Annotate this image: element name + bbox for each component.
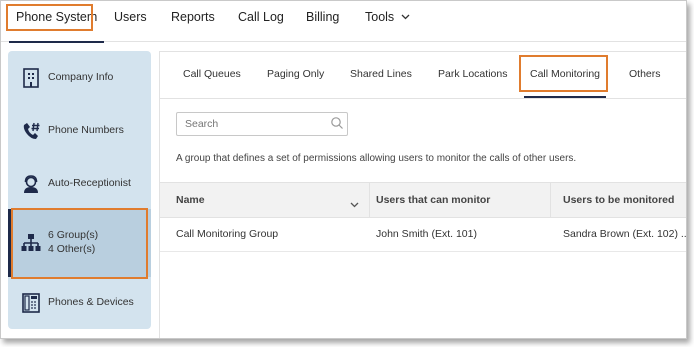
nav-users-label: Users <box>114 10 147 24</box>
sub-tabs: Call Queues Paging Only Shared Lines Par… <box>160 52 686 99</box>
tab-label: Call Queues <box>183 68 241 80</box>
tab-label: Paging Only <box>267 68 325 80</box>
sidebar-item-label: Company Info <box>48 71 114 83</box>
search-input[interactable] <box>176 112 348 136</box>
nav-phone-system[interactable]: Phone System <box>9 1 105 43</box>
nav-reports[interactable]: Reports <box>171 1 215 41</box>
sidebar-item-company-info[interactable]: Company Info <box>8 53 151 103</box>
column-header-monitors: Users that can monitor <box>376 183 490 217</box>
sidebar-item-label: Auto-Receptionist <box>48 177 131 189</box>
tab-call-monitoring[interactable]: Call Monitoring <box>524 52 606 98</box>
column-header-label: Users that can monitor <box>376 194 491 206</box>
tab-label: Others <box>629 68 661 80</box>
nav-phone-system-label: Phone System <box>16 10 98 24</box>
cell-users-monitored: Sandra Brown (Ext. 102) ... <box>563 228 687 240</box>
top-navigation: Phone System Users Reports Call Log Bill… <box>1 1 686 43</box>
tab-label: Call Monitoring <box>529 68 601 80</box>
search-icon[interactable] <box>330 116 344 130</box>
sidebar-item-label: Phones & Devices <box>48 296 134 308</box>
sidebar: Company Info Phone Numbers Auto-Receptio… <box>8 51 151 329</box>
column-divider <box>550 183 551 217</box>
nav-reports-label: Reports <box>171 10 215 24</box>
tab-call-queues[interactable]: Call Queues <box>183 52 241 96</box>
org-chart-icon <box>20 232 42 254</box>
sidebar-item-groups[interactable]: 6 Group(s) 4 Other(s) <box>8 209 151 277</box>
column-header-monitored: Users to be monitored <box>563 183 674 217</box>
nav-users[interactable]: Users <box>114 1 147 41</box>
phone-hash-icon <box>20 120 42 142</box>
app-window: Phone System Users Reports Call Log Bill… <box>0 0 687 339</box>
cell-users-can-monitor: John Smith (Ext. 101) <box>376 228 477 240</box>
tab-label: Park Locations <box>438 68 508 80</box>
chevron-down-icon[interactable] <box>350 195 359 213</box>
tab-others[interactable]: Others <box>629 52 661 96</box>
chevron-down-icon <box>401 2 410 34</box>
description-text: A group that defines a set of permission… <box>176 153 577 164</box>
nav-call-log-label: Call Log <box>238 10 284 24</box>
headset-icon <box>20 173 42 195</box>
sidebar-item-sublabel: 4 Other(s) <box>48 243 96 255</box>
tab-shared-lines[interactable]: Shared Lines <box>350 52 412 96</box>
column-header-label: Users to be monitored <box>563 194 675 206</box>
table-header: Name Users that can monitor Users to be … <box>160 182 686 218</box>
nav-tools[interactable]: Tools <box>365 1 410 41</box>
cell-name[interactable]: Call Monitoring Group <box>176 217 278 251</box>
nav-call-log[interactable]: Call Log <box>238 1 284 41</box>
nav-billing[interactable]: Billing <box>306 1 339 41</box>
tab-label: Shared Lines <box>350 68 412 80</box>
sidebar-item-auto-receptionist[interactable]: Auto-Receptionist <box>8 159 151 209</box>
tab-paging-only[interactable]: Paging Only <box>267 52 324 96</box>
tab-park-locations[interactable]: Park Locations <box>438 52 507 96</box>
sidebar-item-label: 6 Group(s) <box>48 229 99 241</box>
main-panel: Call Queues Paging Only Shared Lines Par… <box>159 51 687 338</box>
table-row[interactable]: Call Monitoring Group John Smith (Ext. 1… <box>160 217 687 252</box>
desk-phone-icon <box>20 292 42 314</box>
nav-billing-label: Billing <box>306 10 340 24</box>
sidebar-item-phones-devices[interactable]: Phones & Devices <box>8 278 151 328</box>
column-header-name[interactable]: Name <box>176 183 205 217</box>
building-icon <box>20 67 42 89</box>
nav-tools-label: Tools <box>365 10 395 24</box>
sidebar-item-label: Phone Numbers <box>48 124 124 136</box>
sidebar-item-phone-numbers[interactable]: Phone Numbers <box>8 106 151 156</box>
column-divider <box>369 183 370 217</box>
column-header-label: Name <box>176 194 205 206</box>
